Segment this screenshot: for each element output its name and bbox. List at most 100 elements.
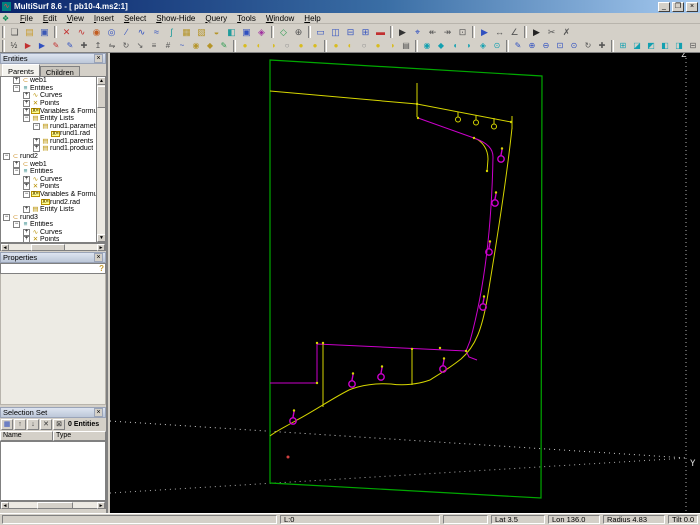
delete-button[interactable]: ✗ [559, 25, 574, 39]
expand-icon[interactable]: + [23, 183, 30, 191]
selection-list-button[interactable]: ▦ [1, 419, 13, 430]
edit-point-button[interactable]: ✎ [49, 40, 63, 52]
measure-angle-button[interactable]: ∠ [507, 25, 522, 39]
menu-item-show-hide[interactable]: Show-Hide [151, 13, 200, 24]
tree-vscrollbar[interactable]: ▲ ▼ [96, 77, 105, 242]
duplicate-entity-button[interactable]: ⊕ [291, 25, 306, 39]
tree-item-rund1-product[interactable]: + ▤ rund1.product [1, 145, 96, 153]
menu-item-view[interactable]: View [62, 13, 89, 24]
expand-icon[interactable]: + [23, 107, 30, 115]
menu-item-tools[interactable]: Tools [232, 13, 261, 24]
snap-button[interactable]: # [161, 40, 175, 52]
tree-item-entities[interactable]: − ≡ Entities [1, 84, 96, 93]
zoom-window-button[interactable]: ⊡ [553, 40, 567, 52]
collapse-icon[interactable]: − [13, 84, 20, 92]
rendered-mode-button[interactable]: ◧ [658, 40, 672, 52]
shaded-mode-button[interactable]: ◩ [644, 40, 658, 52]
hide-selected-button[interactable]: ◑ [266, 40, 280, 52]
properties-close-icon[interactable]: × [94, 253, 103, 262]
select-all-button[interactable]: ⊡ [455, 25, 470, 39]
tree-item-points[interactable]: + ✕ Points [1, 100, 96, 108]
view-split-h-button[interactable]: ◫ [328, 25, 343, 39]
view-home-button[interactable]: ◉ [420, 40, 434, 52]
view-pan-button[interactable]: ✚ [595, 40, 609, 52]
create-trimmed-surface-button[interactable]: ◧ [224, 25, 239, 39]
restore-button[interactable]: ❐ [672, 1, 684, 12]
tree-item-curves[interactable]: + ∿ Curves [1, 228, 96, 237]
properties-helper-icon[interactable]: ? [99, 264, 104, 273]
tangent-button[interactable]: ~ [175, 40, 189, 52]
expand-icon[interactable]: + [23, 228, 30, 236]
hidden-line-mode-button[interactable]: ◪ [630, 40, 644, 52]
perspective-mode-button[interactable]: ⊟ [686, 40, 700, 52]
selection-hscrollbar[interactable]: ◄ ► [0, 501, 106, 509]
menu-item-edit[interactable]: Edit [38, 13, 62, 24]
select-nearest-button[interactable]: ⌖ [410, 25, 425, 39]
menu-item-window[interactable]: Window [261, 13, 299, 24]
expand-icon[interactable]: + [33, 137, 40, 145]
create-ccurve-button[interactable]: ≈ [149, 25, 164, 39]
expand-icon[interactable]: + [23, 92, 30, 100]
tree-item-entity-lists[interactable]: − ▤ Entity Lists [1, 115, 96, 123]
drag-point-button[interactable]: ▶ [21, 40, 35, 52]
cut-button[interactable]: ✂ [544, 25, 559, 39]
view-rotate-button[interactable]: ↻ [581, 40, 595, 52]
view-iso-button[interactable]: ◈ [476, 40, 490, 52]
model-viewport[interactable]: ZYX [110, 53, 700, 513]
view-split-v-button[interactable]: ⊟ [343, 25, 358, 39]
select-prev-button[interactable]: ↞ [425, 25, 440, 39]
tree-item-curves[interactable]: + ∿ Curves [1, 92, 96, 100]
close-button[interactable]: × [686, 1, 698, 12]
selection-hscroll-thumb[interactable] [37, 502, 73, 509]
collapse-icon[interactable]: − [23, 115, 30, 123]
show-all-button[interactable]: ● [238, 40, 252, 52]
expand-icon[interactable]: + [23, 236, 30, 242]
create-blend-surface-button[interactable]: ▧ [194, 25, 209, 39]
expand-icon[interactable]: + [13, 77, 20, 85]
collapse-icon[interactable]: − [3, 213, 10, 221]
tree-vscroll-thumb[interactable] [97, 86, 105, 108]
drag-bead-button[interactable]: ▶ [35, 40, 49, 52]
rotate-entity-button[interactable]: ↻ [119, 40, 133, 52]
menu-item-insert[interactable]: Insert [89, 13, 119, 24]
column-header-type[interactable]: Type [53, 431, 106, 441]
tree-item-rund1-parents[interactable]: + ▤ rund1.parents [1, 137, 96, 146]
tab-children[interactable]: Children [39, 66, 80, 77]
select-next-button[interactable]: ↠ [440, 25, 455, 39]
expand-icon[interactable]: + [33, 145, 40, 153]
collapse-icon[interactable]: − [3, 153, 10, 161]
tree-hscroll-thumb[interactable] [31, 244, 65, 251]
align-button[interactable]: ≡ [147, 40, 161, 52]
create-bcurve-button[interactable]: ∿ [134, 25, 149, 39]
pen-view-button[interactable]: ✎ [511, 40, 525, 52]
show-parents-button[interactable]: ● [294, 40, 308, 52]
view-quad-button[interactable]: ⊞ [358, 25, 373, 39]
tree-item-entity-lists[interactable]: + ▤ Entity Lists [1, 206, 96, 214]
create-revolution-surface-button[interactable]: ◒ [209, 25, 224, 39]
remove-item-button[interactable]: ✕ [40, 419, 52, 430]
expand-icon[interactable]: + [23, 206, 30, 214]
collapse-icon[interactable]: − [13, 221, 20, 229]
offset-button[interactable]: ↥ [91, 40, 105, 52]
tree-item-entities[interactable]: − ≡ Entities [1, 221, 96, 229]
scroll-right-icon[interactable]: ► [97, 502, 105, 509]
create-ruled-surface-button[interactable]: ▦ [179, 25, 194, 39]
tree-item-entities[interactable]: − ≡ Entities [1, 168, 96, 176]
tree-item-curves[interactable]: + ∿ Curves [1, 175, 96, 184]
move-entity-button[interactable]: ✚ [77, 40, 91, 52]
measure-distance-button[interactable]: ↔ [492, 25, 507, 39]
invert-visibility-button[interactable]: ◑ [385, 40, 399, 52]
menu-item-select[interactable]: Select [119, 13, 151, 24]
create-solid-button[interactable]: ▣ [239, 25, 254, 39]
view-persp-button[interactable]: ⊙ [490, 40, 504, 52]
tree-hscrollbar[interactable]: ◄ ► [0, 243, 106, 251]
view-front-button[interactable]: ◆ [434, 40, 448, 52]
query-pointer-button[interactable]: ▶ [477, 25, 492, 39]
show-by-type-button[interactable]: ◐ [343, 40, 357, 52]
tree-item-rund2-rad[interactable]: X= rund2.rad [1, 198, 96, 206]
tree-item-points[interactable]: + ✕ Points [1, 183, 96, 191]
menu-item-query[interactable]: Query [200, 13, 232, 24]
mirror-button[interactable]: ⇋ [105, 40, 119, 52]
clear-selection-button[interactable]: ⊠ [53, 419, 65, 430]
knot-button[interactable]: ◆ [203, 40, 217, 52]
